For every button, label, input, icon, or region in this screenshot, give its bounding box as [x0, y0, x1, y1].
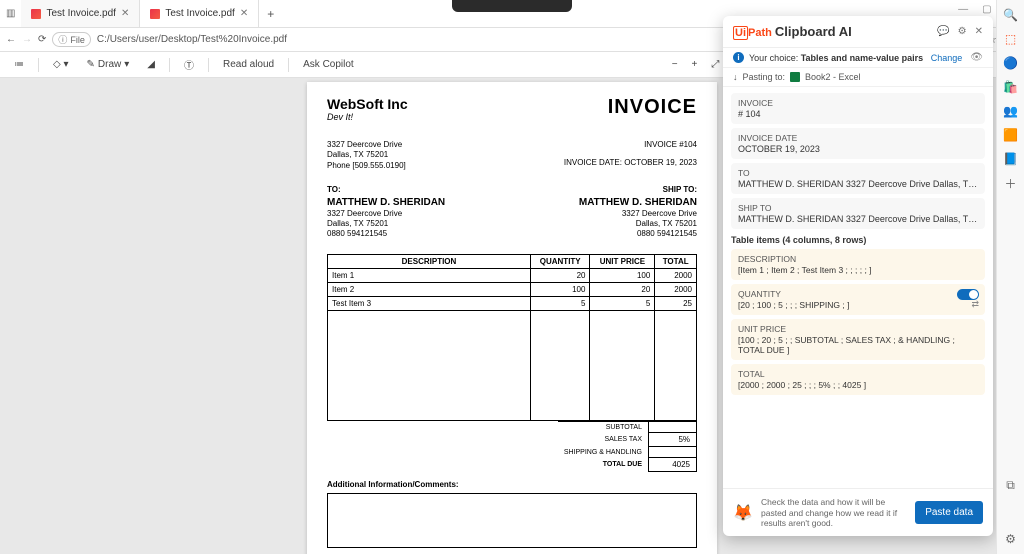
- contents-icon[interactable]: ≔: [10, 59, 28, 70]
- company-name: WebSoft Inc: [327, 96, 408, 112]
- download-arrow-icon: ↓: [733, 72, 738, 82]
- table-column-card[interactable]: TOTAL [2000 ; 2000 ; 25 ; ; ; 5% ; ; 402…: [731, 364, 985, 395]
- pdf-icon: [31, 9, 41, 19]
- draw-button[interactable]: ✎Draw ▾: [83, 59, 134, 70]
- settings-icon[interactable]: ⚙: [958, 26, 967, 37]
- camera-notch: [452, 0, 572, 12]
- invoice-number: INVOICE #104: [564, 140, 697, 150]
- to-label: TO:: [327, 185, 445, 195]
- rail-icon[interactable]: ⬚: [1004, 32, 1018, 46]
- new-tab-button[interactable]: +: [259, 7, 282, 21]
- panel-header: UiPath Clipboard AI 💬 ⚙ ✕: [723, 16, 993, 48]
- zoom-out-icon[interactable]: −: [668, 59, 682, 70]
- rail-icon[interactable]: 🟧: [1004, 128, 1018, 142]
- read-aloud-button[interactable]: Read aloud: [219, 59, 278, 70]
- rail-icon[interactable]: 🛍️: [1004, 80, 1018, 94]
- back-icon[interactable]: ←: [6, 34, 16, 45]
- maximize-icon[interactable]: ▢: [982, 4, 991, 15]
- forward-icon: →: [22, 34, 32, 45]
- company-tagline: Dev It!: [327, 112, 408, 122]
- invoice-table: DESCRIPTION QUANTITY UNIT PRICE TOTAL It…: [327, 254, 697, 421]
- table-column-card[interactable]: UNIT PRICE [100 ; 20 ; 5 ; ; SUBTOTAL ; …: [731, 319, 985, 360]
- panel-footer: 🦊 Check the data and how it will be past…: [723, 488, 993, 536]
- minimize-icon[interactable]: —: [958, 4, 968, 15]
- zoom-in-icon[interactable]: +: [688, 59, 702, 70]
- clipboard-ai-panel: UiPath Clipboard AI 💬 ⚙ ✕ i Your choice:…: [723, 16, 993, 536]
- close-panel-icon[interactable]: ✕: [975, 26, 983, 37]
- browser-tab[interactable]: Test Invoice.pdf ✕: [21, 0, 140, 27]
- pdf-icon: [150, 9, 160, 19]
- rail-icon[interactable]: 📘: [1004, 152, 1018, 166]
- data-card[interactable]: SHIP TO MATTHEW D. SHERIDAN 3327 Deercov…: [731, 198, 985, 229]
- rail-add-icon[interactable]: ＋: [1004, 176, 1018, 190]
- panel-body[interactable]: INVOICE # 104 INVOICE DATE OCTOBER 19, 2…: [723, 87, 993, 488]
- ship-name: MATTHEW D. SHERIDAN: [579, 196, 697, 209]
- text-icon[interactable]: Ⓣ: [180, 57, 198, 72]
- table-column-card[interactable]: DESCRIPTION [Item 1 ; Item 2 ; Test Item…: [731, 249, 985, 280]
- table-items-label: Table items (4 columns, 8 rows): [731, 235, 985, 245]
- tab-label: Test Invoice.pdf: [165, 8, 234, 19]
- comments-label: Additional Information/Comments:: [327, 472, 697, 489]
- pasting-row: ↓ Pasting to: Book2 - Excel: [723, 68, 993, 87]
- paste-data-button[interactable]: Paste data: [915, 501, 983, 524]
- sender-addr2: Dallas, TX 75201: [327, 150, 406, 160]
- highlight-icon[interactable]: ◢: [143, 59, 159, 70]
- eye-icon[interactable]: 👁: [970, 52, 983, 63]
- rail-icon[interactable]: 🔵: [1004, 56, 1018, 70]
- mascot-icon: 🦊: [733, 503, 753, 523]
- rail-icon[interactable]: 👥: [1004, 104, 1018, 118]
- data-card[interactable]: TO MATTHEW D. SHERIDAN 3327 Deercove Dri…: [731, 163, 985, 194]
- table-row: Item 1201002000: [328, 268, 697, 282]
- data-card[interactable]: INVOICE DATE OCTOBER 19, 2023: [731, 128, 985, 159]
- search-rail-icon[interactable]: 🔍: [1004, 8, 1018, 22]
- info-icon: i: [733, 52, 744, 63]
- table-column-card[interactable]: QUANTITY [20 ; 100 ; 5 ; ; ; SHIPPING ; …: [731, 284, 985, 315]
- browser-tab[interactable]: Test Invoice.pdf ✕: [140, 0, 259, 27]
- fit-icon[interactable]: ⤢: [707, 59, 723, 70]
- draw-eraser-icon[interactable]: ◇ ▾: [49, 59, 73, 70]
- close-icon[interactable]: ✕: [121, 8, 129, 19]
- invoice-title: INVOICE: [608, 96, 697, 119]
- ask-copilot-button[interactable]: Ask Copilot: [299, 59, 358, 70]
- refresh-icon[interactable]: ⟳: [38, 34, 46, 45]
- shuffle-icon[interactable]: ⇄: [971, 299, 979, 310]
- excel-icon: [790, 72, 800, 82]
- file-pill: ⓘFile: [52, 32, 91, 47]
- tab-label: Test Invoice.pdf: [46, 8, 115, 19]
- comments-box: [327, 493, 697, 548]
- rail-popup-icon[interactable]: ⧉: [1004, 478, 1018, 492]
- change-link[interactable]: Change: [931, 53, 963, 63]
- ship-label: SHIP TO:: [579, 185, 697, 195]
- rail-settings-icon[interactable]: ⚙: [1004, 532, 1018, 546]
- pdf-page: WebSoft Inc Dev It! INVOICE 3327 Deercov…: [307, 82, 717, 554]
- data-card[interactable]: INVOICE # 104: [731, 93, 985, 124]
- sender-addr1: 3327 Deercove Drive: [327, 140, 406, 150]
- uipath-logo: UiPath Clipboard AI: [733, 24, 852, 39]
- paste-target: Book2 - Excel: [805, 72, 861, 82]
- table-row: Item 2100202000: [328, 282, 697, 296]
- close-icon[interactable]: ✕: [240, 8, 248, 19]
- footer-hint: Check the data and how it will be pasted…: [761, 497, 907, 528]
- chat-icon[interactable]: 💬: [937, 26, 949, 37]
- sender-phone: Phone [509.555.0190]: [327, 161, 406, 171]
- panel-banner: i Your choice: Tables and name-value pai…: [723, 48, 993, 68]
- side-rail: 🔍 ⬚ 🔵 🛍️ 👥 🟧 📘 ＋ ⧉ ⚙: [996, 0, 1024, 554]
- invoice-date: INVOICE DATE: OCTOBER 19, 2023: [564, 158, 697, 168]
- bill-name: MATTHEW D. SHERIDAN: [327, 196, 445, 209]
- browser-tab-menu-icon[interactable]: ▥: [0, 8, 21, 19]
- table-row: Test Item 35525: [328, 296, 697, 310]
